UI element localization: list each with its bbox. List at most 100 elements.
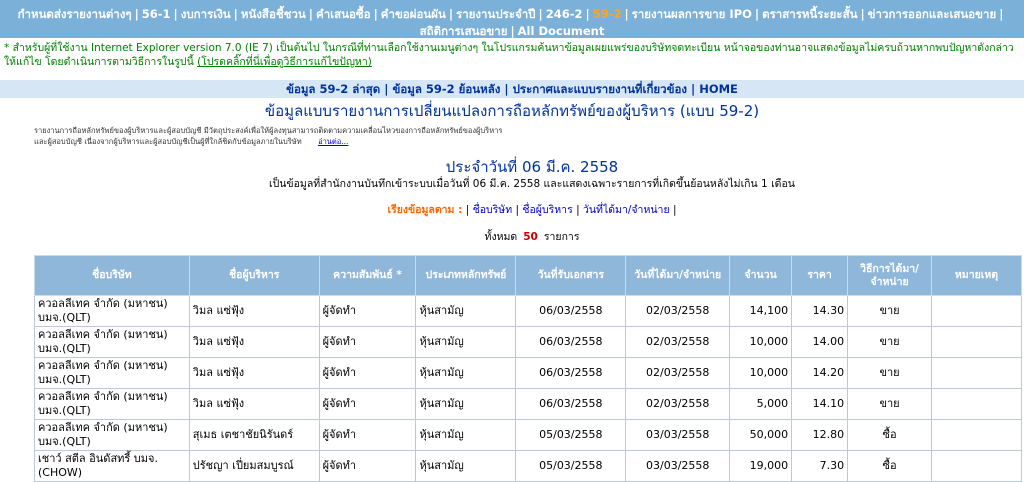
nav-separator: | [754, 7, 760, 21]
column-header: ความสัมพันธ์ * [318, 255, 417, 296]
amount-cell: 10,000 [729, 326, 793, 358]
method-cell: ขาย [847, 326, 932, 358]
table-row: ควอลลีเทค จำกัด (มหาชน) บมจ.(QLT) วิมล แซ… [34, 357, 1022, 389]
table-row: เชาว์ สตีล อินดัสทรี้ บมจ. (CHOW) ปรัชญา … [34, 450, 1022, 482]
read-more-link[interactable]: อ่านต่อ... [304, 137, 348, 146]
subnav-separator: | [384, 82, 389, 96]
nav-item[interactable]: รายงานผลการขาย IPO [632, 7, 752, 21]
table-row: ควอลลีเทค จำกัด (มหาชน) บมจ.(QLT) วิมล แซ… [34, 295, 1022, 327]
table-row: ควอลลีเทค จำกัด (มหาชน) บมจ.(QLT) วิมล แซ… [34, 326, 1022, 358]
column-header: หมายเหตุ [931, 255, 1022, 296]
nav-item[interactable]: สถิติการเสนอขาย [420, 24, 508, 38]
method-cell: ซื้อ [847, 450, 932, 482]
company-cell: ควอลลีเทค จำกัด (มหาชน) บมจ.(QLT) [34, 326, 190, 358]
nav-separator: | [173, 7, 178, 21]
nav-item[interactable]: ตราสารหนี้ระยะสั้น [762, 7, 857, 21]
company-cell: ควอลลีเทค จำกัด (มหาชน) บมจ.(QLT) [34, 357, 190, 389]
ie-fix-link[interactable]: (โปรดคลิ๊กที่นี่เพื่อดูวิธีการแก้ไขปัญหา… [197, 56, 372, 68]
nav-item[interactable]: 56-1 [142, 7, 171, 21]
nav-item[interactable]: กำหนดส่งรายงานต่างๆ [18, 7, 132, 21]
table-row: ควอลลีเทค จำกัด (มหาชน) บมจ.(QLT) วิมล แซ… [34, 388, 1022, 420]
amount-cell: 10,000 [729, 357, 793, 389]
total-suffix: รายการ [543, 231, 580, 243]
company-cell: เชาว์ สตีล อินดัสทรี้ บมจ. (CHOW) [34, 450, 190, 482]
nav-item[interactable]: 59-2 [593, 7, 622, 21]
nav-item[interactable]: 246-2 [546, 7, 583, 21]
page-title: ข้อมูลแบบรายงานการเปลี่ยนแปลงการถือหลักท… [264, 102, 760, 120]
remark-cell [931, 295, 1022, 327]
company-cell: ควอลลีเทค จำกัด (มหาชน) บมจ.(QLT) [34, 419, 190, 451]
column-header: ราคา [791, 255, 849, 296]
remark-cell [931, 388, 1022, 420]
nav-separator: | [373, 7, 378, 21]
relation-cell: ผู้จัดทำ [318, 295, 417, 327]
executive-cell: วิมล แซ่ฟุ้ง [188, 388, 320, 420]
company-cell: ควอลลีเทค จำกัด (มหาชน) บมจ.(QLT) [34, 295, 190, 327]
date-title: ประจำวันที่ 06 มี.ค. 2558 [445, 158, 619, 176]
transaction-date-cell: 02/03/2558 [625, 295, 731, 327]
nav-separator: | [308, 7, 313, 21]
sort-bar: เรียงข้อมูลตาม : | ชื่อบริษัท | ชื่อผู้บ… [0, 203, 1024, 217]
nav-separator: | [134, 7, 139, 21]
amount-cell: 14,100 [729, 295, 793, 327]
security-cell: หุ้นสามัญ [415, 419, 517, 451]
relation-cell: ผู้จัดทำ [318, 326, 417, 358]
subnav-separator: | [691, 82, 696, 96]
nav-separator: | [860, 7, 865, 21]
relation-cell: ผู้จัดทำ [318, 357, 417, 389]
column-header: วันที่รับเอกสาร [515, 255, 627, 296]
nav-separator: | [448, 7, 454, 21]
nav-item[interactable]: รายงานประจำปี [456, 7, 535, 21]
column-header: ประเภทหลักทรัพย์ [415, 255, 517, 296]
received-date-cell: 05/03/2558 [515, 450, 627, 482]
executive-cell: วิมล แซ่ฟุ้ง [188, 295, 320, 327]
sort-option[interactable]: วันที่ได้มา/จำหน่าย [583, 204, 670, 216]
date-subtitle: เป็นข้อมูลที่สำนักงานบันทึกเข้าระบบเมื่อ… [269, 178, 795, 190]
sort-option[interactable]: ชื่อผู้บริหาร [522, 204, 572, 216]
subnav-separator: | [504, 82, 509, 96]
nav-separator: | [510, 24, 515, 38]
nav-item[interactable]: คำเสนอซื้อ [316, 7, 371, 21]
price-cell: 12.80 [791, 419, 849, 451]
column-header: ชื่อผู้บริหาร [188, 255, 320, 296]
total-count: ทั้งหมด 50 รายการ [0, 230, 1024, 244]
subnav-item[interactable]: ข้อมูล 59-2 ล่าสุด [286, 82, 380, 96]
price-cell: 14.00 [791, 326, 849, 358]
top-nav-row-1: กำหนดส่งรายงานต่างๆ | 56-1 | งบการเงิน | หนังส… [8, 6, 1016, 23]
transaction-date-cell: 02/03/2558 [625, 357, 731, 389]
subnav-item[interactable]: ข้อมูล 59-2 ย้อนหลัง [392, 82, 500, 96]
sort-option[interactable]: ชื่อบริษัท [473, 204, 513, 216]
price-cell: 7.30 [791, 450, 849, 482]
company-cell: ควอลลีเทค จำกัด (มหาชน) บมจ.(QLT) [34, 388, 190, 420]
column-header: วิธีการได้มา/จำหน่าย [847, 255, 932, 296]
nav-item[interactable]: All Document [518, 24, 605, 38]
nav-item[interactable]: ข่าวการออกและเสนอขาย [868, 7, 997, 21]
transaction-date-cell: 03/03/2558 [625, 419, 731, 451]
executive-cell: สุเมธ เตชาชัยนิรันดร์ [188, 419, 320, 451]
received-date-cell: 06/03/2558 [515, 295, 627, 327]
nav-item[interactable]: หนังสือชี้ชวน [241, 7, 306, 21]
subnav-item[interactable]: ประกาศและแบบรายงานที่เกี่ยวข้อง [513, 82, 687, 96]
security-cell: หุ้นสามัญ [415, 357, 517, 389]
remark-cell [931, 450, 1022, 482]
nav-item[interactable]: งบการเงิน [181, 7, 231, 21]
nav-separator: | [999, 7, 1004, 21]
table-row: ควอลลีเทค จำกัด (มหาชน) บมจ.(QLT) สุเมธ เ… [34, 419, 1022, 451]
nav-separator: | [624, 7, 629, 21]
top-nav: กำหนดส่งรายงานต่างๆ | 56-1 | งบการเงิน | หนังส… [0, 0, 1024, 38]
price-cell: 14.10 [791, 388, 849, 420]
total-number: 50 [523, 231, 538, 243]
total-prefix: ทั้งหมด [484, 231, 518, 243]
table-header-row: ชื่อบริษัท ชื่อผู้บริหาร ความสัมพันธ์ * ประ… [34, 255, 1022, 296]
subnav-item[interactable]: HOME [699, 82, 738, 96]
received-date-cell: 05/03/2558 [515, 419, 627, 451]
nav-item[interactable]: คำขอผ่อนผัน [381, 7, 446, 21]
amount-cell: 19,000 [729, 450, 793, 482]
method-cell: ขาย [847, 388, 932, 420]
executive-cell: ปรัชญา เปี่ยมสมบูรณ์ [188, 450, 320, 482]
remark-cell [931, 326, 1022, 358]
description-text: รายงานการถือหลักทรัพย์ของผู้บริหารและผู้… [34, 126, 503, 146]
relation-cell: ผู้จัดทำ [318, 388, 417, 420]
security-cell: หุ้นสามัญ [415, 326, 517, 358]
ie-notice: * สำหรับผู้ที่ใช้งาน Internet Explorer v… [0, 38, 1024, 69]
